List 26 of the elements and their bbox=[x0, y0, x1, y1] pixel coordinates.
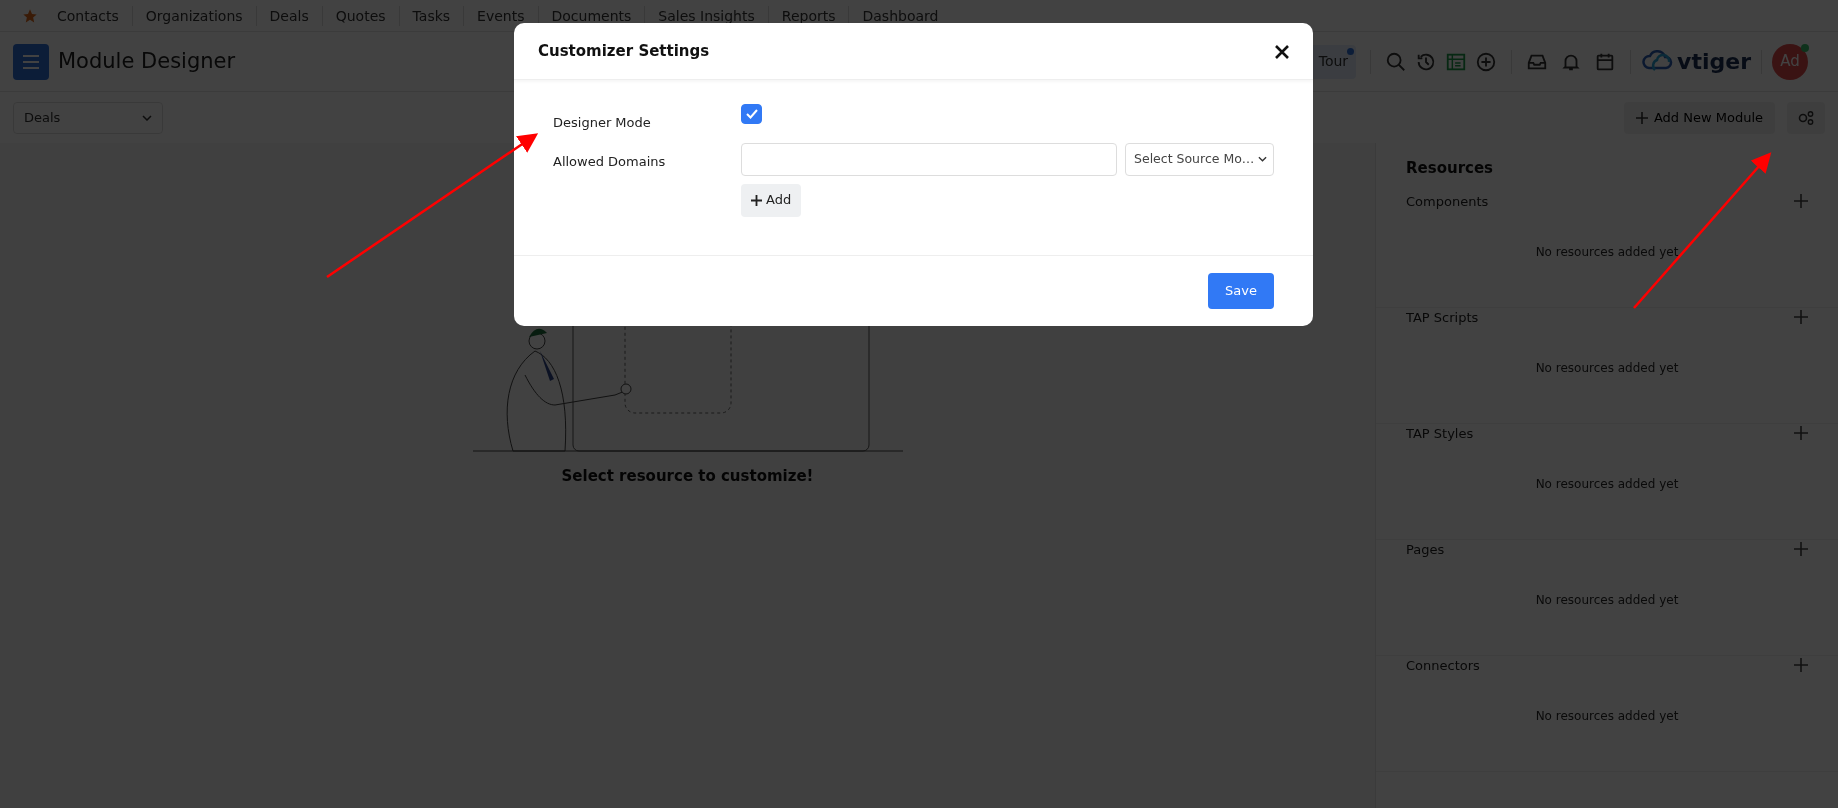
empty-message: No resources added yet bbox=[1534, 708, 1680, 725]
field-label: Designer Mode bbox=[553, 115, 651, 130]
plus-icon bbox=[751, 194, 762, 206]
section-title: Components bbox=[1406, 192, 1489, 211]
page-title: Module Designer bbox=[58, 47, 236, 75]
empty-message: No resources added yet bbox=[1534, 476, 1680, 493]
empty-message: No resources added yet bbox=[1534, 244, 1680, 261]
add-domain-button[interactable]: Add bbox=[741, 183, 802, 217]
dialog-title: Customizer Settings bbox=[538, 40, 710, 62]
logo-text: vtiger bbox=[1677, 48, 1751, 76]
section-title: TAP Styles bbox=[1406, 424, 1474, 443]
section-title: TAP Scripts bbox=[1406, 308, 1479, 327]
empty-message: No resources added yet bbox=[1534, 360, 1680, 377]
empty-state-message: Select resource to customize! bbox=[561, 466, 814, 487]
section-title: Connectors bbox=[1406, 656, 1480, 675]
check-icon bbox=[745, 109, 758, 119]
save-button[interactable]: Save bbox=[1208, 273, 1274, 309]
chevron-down-icon bbox=[1258, 156, 1267, 162]
field-label: Allowed Domains bbox=[553, 153, 666, 169]
close-icon bbox=[1275, 45, 1289, 59]
designer-mode-checkbox[interactable] bbox=[741, 104, 762, 124]
source-module-select[interactable]: Select Source Mo… bbox=[1125, 142, 1274, 176]
panel-title: Resources bbox=[1405, 158, 1495, 179]
section-title: Pages bbox=[1406, 540, 1445, 559]
empty-message: No resources added yet bbox=[1534, 592, 1680, 609]
domain-input-field[interactable] bbox=[741, 142, 1117, 176]
